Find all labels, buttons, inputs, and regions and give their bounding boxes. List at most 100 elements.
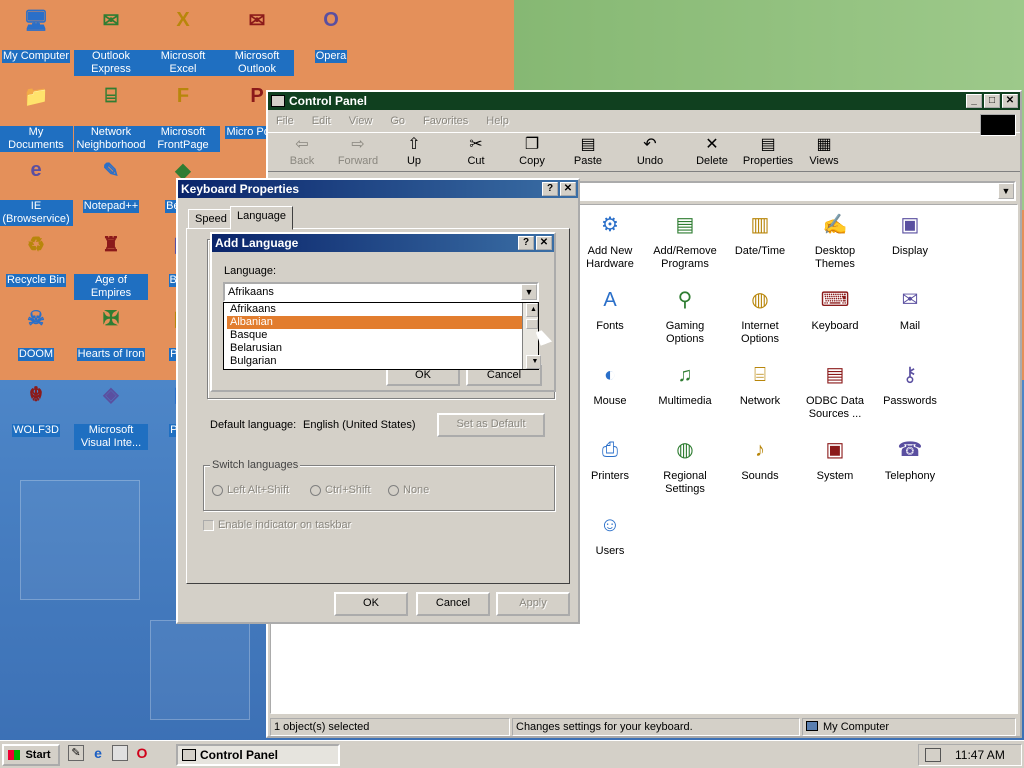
odbc-icon: ▤ — [825, 363, 845, 386]
outlook-icon[interactable] — [112, 745, 128, 761]
cp-item-add-remove-programs[interactable]: ▤ Add/Remove Programs — [648, 209, 722, 271]
opera-icon: O — [323, 8, 339, 31]
cp-item-desktop-themes[interactable]: ✍ Desktop Themes — [798, 209, 872, 271]
dropdown-arrow-icon[interactable]: ▼ — [521, 284, 537, 300]
desktop-icon-computer[interactable]: 🖥 My Computer — [0, 4, 73, 63]
cp-item-mail[interactable]: ✉ Mail — [873, 284, 947, 333]
desktop-icon-outlook-express[interactable]: ✉ Outlook Express — [74, 4, 148, 76]
tab-language[interactable]: Language — [230, 206, 293, 230]
desktop-icon-visual-interdev[interactable]: ◈ Microsoft Visual Inte... — [74, 378, 148, 450]
address-combo[interactable]: ▼ — [578, 181, 1016, 201]
maximize-button[interactable]: □ — [984, 94, 1000, 108]
desktop-icon-notepad[interactable]: ✎ Notepad++ — [74, 154, 148, 213]
undo-button[interactable]: ↶ Undo — [622, 133, 678, 167]
cp-item-passwords[interactable]: ⚷ Passwords — [873, 359, 947, 408]
menu-view[interactable]: View — [349, 115, 373, 127]
desktop-icon-hearts-of-iron[interactable]: ✠ Hearts of Iron — [74, 302, 148, 361]
cp-item-printers[interactable]: ⎙ Printers — [573, 434, 647, 483]
desktop-icon-doom[interactable]: ☠ DOOM — [0, 302, 73, 361]
menu-edit[interactable]: Edit — [312, 115, 331, 127]
minimize-button[interactable]: _ — [966, 94, 982, 108]
cp-item-network[interactable]: ⌸ Network — [723, 359, 797, 408]
keyboard-indicator-icon[interactable] — [925, 748, 941, 762]
apply-button[interactable]: Apply — [496, 592, 570, 616]
start-button[interactable]: Start — [2, 744, 60, 766]
cp-item-fonts[interactable]: A Fonts — [573, 284, 647, 333]
help-button[interactable]: ? — [542, 182, 558, 196]
desktop-icon-age-of-empires[interactable]: ♜ Age of Empires — [74, 228, 148, 300]
cp-item-display[interactable]: ▣ Display — [873, 209, 947, 258]
cp-item-date-time[interactable]: ▥ Date/Time — [723, 209, 797, 258]
enable-indicator-checkbox[interactable]: Enable indicator on taskbar — [203, 519, 351, 531]
scroll-up-icon[interactable]: ▲ — [526, 303, 538, 317]
views-button[interactable]: ▦ Views — [796, 133, 852, 167]
cp-item-sounds[interactable]: ♪ Sounds — [723, 434, 797, 483]
taskbar-button-control-panel[interactable]: Control Panel — [176, 744, 340, 766]
back-button[interactable]: ⇦ Back — [274, 133, 330, 167]
scrollbar[interactable]: ▲ ▼ — [522, 303, 541, 369]
properties-button[interactable]: ▤ Properties — [740, 133, 796, 167]
desktop-icon-wolf3d[interactable]: ☬ WOLF3D — [0, 378, 73, 437]
language-option[interactable]: Bulgarian — [227, 355, 522, 368]
tab-speed[interactable]: Speed — [188, 209, 234, 229]
cut-button[interactable]: ✂ Cut — [448, 133, 504, 167]
cancel-button[interactable]: Cancel — [416, 592, 490, 616]
language-option[interactable]: Basque — [227, 329, 522, 342]
menu-go[interactable]: Go — [390, 115, 405, 127]
desktop-icon-excel[interactable]: X Microsoft Excel — [146, 4, 220, 76]
copy-button[interactable]: ❐ Copy — [504, 133, 560, 167]
menu-help[interactable]: Help — [486, 115, 509, 127]
desktop-icon-network[interactable]: ⌸ Network Neighborhood — [74, 80, 148, 152]
close-button[interactable]: ✕ — [1002, 94, 1018, 108]
close-button[interactable]: ✕ — [560, 182, 576, 196]
desktop-icon-opera[interactable]: O Opera — [294, 4, 368, 63]
keyboard-properties-titlebar[interactable]: Keyboard Properties ? ✕ — [178, 180, 578, 198]
language-option[interactable]: Afrikaans — [227, 303, 522, 316]
cp-item-gaming-options[interactable]: ⚲ Gaming Options — [648, 284, 722, 346]
clock[interactable]: 11:47 AM — [955, 748, 1005, 762]
desktop-icon-frontpage[interactable]: F Microsoft FrontPage — [146, 80, 220, 152]
add-language-titlebar[interactable]: Add Language ? ✕ — [212, 234, 554, 252]
cp-item-odbc-data-sources[interactable]: ▤ ODBC Data Sources ... — [798, 359, 872, 421]
cp-item-label: ODBC Data Sources ... — [805, 395, 865, 420]
network-icon: ⌸ — [754, 363, 766, 386]
cp-item-internet-options[interactable]: ◍ Internet Options — [723, 284, 797, 346]
ie-icon[interactable]: e — [90, 745, 106, 761]
address-dropdown-arrow-icon[interactable]: ▼ — [998, 183, 1014, 199]
control-panel-titlebar[interactable]: Control Panel _ □ ✕ — [268, 92, 1020, 110]
calendar-clock-icon: ▥ — [750, 213, 770, 236]
cp-item-system[interactable]: ▣ System — [798, 434, 872, 483]
cp-item-add-new-hardware[interactable]: ⚙ Add New Hardware — [573, 209, 647, 271]
ok-button[interactable]: OK — [334, 592, 408, 616]
cp-item-mouse[interactable]: ◐ Mouse — [573, 359, 647, 408]
menu-file[interactable]: File — [276, 115, 294, 127]
set-as-default-button[interactable]: Set as Default — [437, 413, 545, 437]
opera-icon[interactable]: O — [134, 745, 150, 761]
scroll-thumb[interactable] — [526, 319, 538, 329]
cp-item-keyboard[interactable]: ⌨ Keyboard — [798, 284, 872, 333]
menu-favorites[interactable]: Favorites — [423, 115, 468, 127]
language-option[interactable]: Belarusian — [227, 342, 522, 355]
cp-item-regional-settings[interactable]: ◍ Regional Settings — [648, 434, 722, 496]
language-option[interactable]: Albanian — [227, 316, 522, 329]
cp-item-telephony[interactable]: ☎ Telephony — [873, 434, 947, 483]
paste-button[interactable]: ▤ Paste — [560, 133, 616, 167]
switch-option-left-alt-shift[interactable]: Left Alt+Shift — [212, 484, 289, 496]
desktop-icon-folder[interactable]: 📁 My Documents — [0, 80, 73, 152]
show-desktop-icon[interactable]: ✎ — [68, 745, 84, 761]
desktop-icon-ie[interactable]: e IE (Browservice) — [0, 154, 73, 226]
cp-item-multimedia[interactable]: ♫ Multimedia — [648, 359, 722, 408]
desktop-icon-outlook[interactable]: ✉ Microsoft Outlook — [220, 4, 294, 76]
help-button[interactable]: ? — [518, 236, 534, 250]
cp-item-users[interactable]: ☺ Users — [573, 509, 647, 558]
start-label: Start — [25, 749, 51, 761]
delete-button[interactable]: ✕ Delete — [684, 133, 740, 167]
switch-option-none[interactable]: None — [388, 484, 429, 496]
switch-option-ctrl-shift[interactable]: Ctrl+Shift — [310, 484, 371, 496]
up-button[interactable]: ⇧ Up — [386, 133, 442, 167]
desktop-icon-recycle-bin[interactable]: ♻ Recycle Bin — [0, 228, 73, 287]
forward-button[interactable]: ⇨ Forward — [330, 133, 386, 167]
scroll-down-icon[interactable]: ▼ — [526, 355, 541, 369]
language-combo[interactable]: Afrikaans ▼ — [223, 282, 539, 302]
close-button[interactable]: ✕ — [536, 236, 552, 250]
